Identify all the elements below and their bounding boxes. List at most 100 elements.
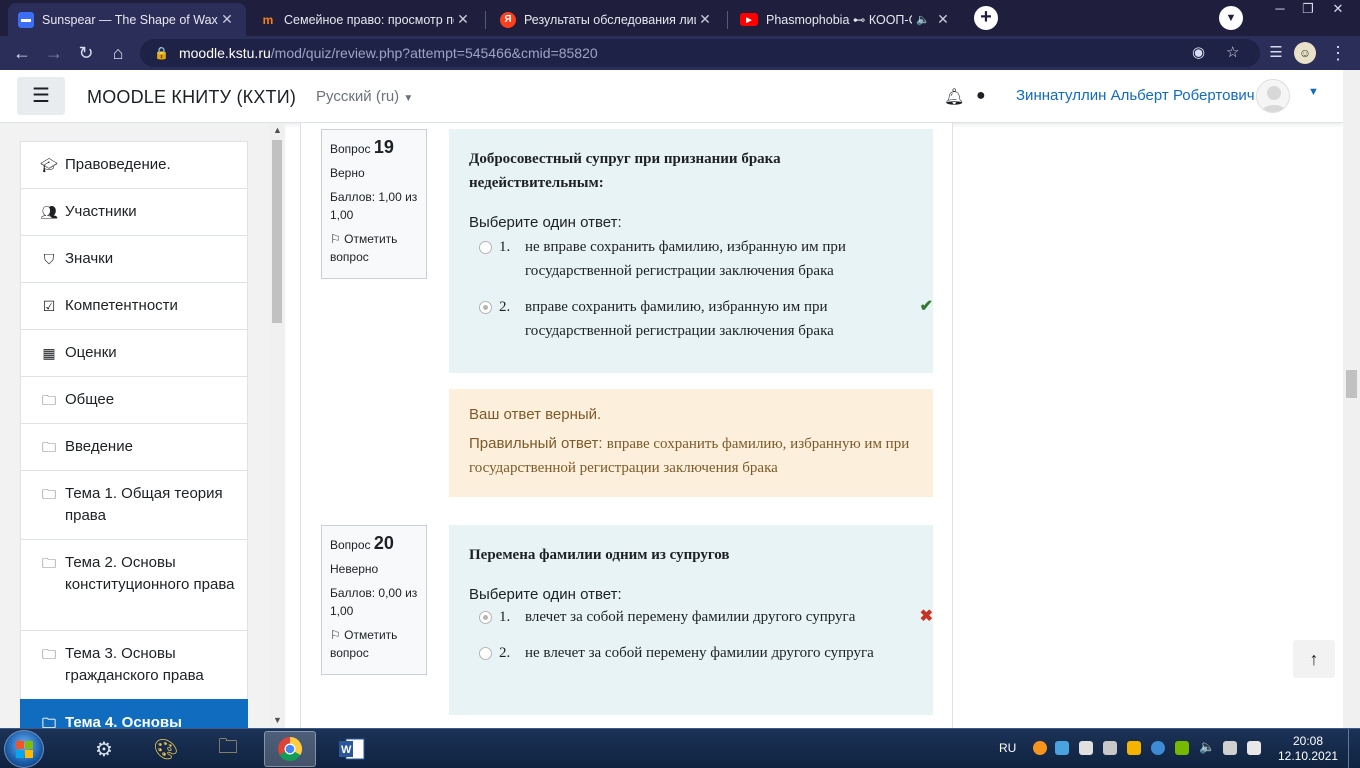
tab-search-dropdown-icon[interactable]: ▼ — [1219, 6, 1243, 30]
tab-title: Семейное право: просмотр поп — [284, 12, 454, 27]
question-19-info: Вопрос 19 Верно Баллов: 1,00 из 1,00 ⚐ О… — [321, 129, 427, 279]
nav-item-label: Оценки — [65, 344, 117, 361]
new-tab-button[interactable]: + — [974, 6, 998, 30]
hide-eye-icon[interactable]: ◉ — [1192, 43, 1205, 61]
nav-item-course[interactable]: 🎓︎ Правоведение. — [20, 141, 248, 189]
url-text: moodle.kstu.ru/mod/quiz/review.php?attem… — [178, 45, 598, 61]
close-tab-icon[interactable]: ✕ — [454, 11, 472, 28]
nav-item-grades[interactable]: ▦ Оценки — [20, 329, 248, 377]
audio-playing-icon[interactable]: 🔈 — [916, 13, 930, 26]
network-icon[interactable] — [1223, 741, 1237, 755]
answer-text: вправе сохранить фамилию, избранную им п… — [525, 299, 834, 339]
answer-prompt: Выберите один ответ: — [469, 214, 622, 231]
steam-app-icon[interactable]: ⚙ — [78, 731, 130, 767]
clock[interactable]: 20:08 12.10.2021 — [1278, 734, 1338, 764]
answer-option[interactable]: 1. влечет за собой перемену фамилии друг… — [469, 605, 933, 629]
word-app-icon[interactable]: W — [326, 731, 378, 767]
back-arrow-icon[interactable]: ← — [10, 41, 34, 65]
chat-tray-icon[interactable] — [1079, 741, 1093, 755]
avast-tray-icon[interactable] — [1033, 741, 1047, 755]
close-tab-icon[interactable]: ✕ — [218, 11, 236, 28]
close-tab-icon[interactable]: ✕ — [934, 11, 952, 28]
radio-button[interactable] — [479, 241, 492, 254]
chat-bubble-icon[interactable]: ● — [976, 87, 986, 105]
nav-item-badges[interactable]: ⛉ Значки — [20, 235, 248, 283]
lock-icon[interactable]: 🔒 — [154, 46, 169, 60]
users-icon: 👥︎ — [40, 204, 58, 220]
close-window-icon[interactable]: ✕ — [1324, 0, 1352, 20]
site-name[interactable]: MOODLE КНИТУ (КХТИ) — [87, 87, 296, 108]
paint-app-icon[interactable]: 🎨︎ — [140, 731, 192, 767]
flag-question-link[interactable]: ⚐ Отметить вопрос — [330, 626, 418, 662]
nav-item-competencies[interactable]: ☑ Компетентности — [20, 282, 248, 330]
nav-item-topic-4[interactable]: 🗀 Тема 4. Основы — [20, 699, 248, 728]
drawer-toggle-button[interactable]: ☰ — [17, 77, 65, 115]
profile-avatar-icon[interactable]: ☺ — [1294, 42, 1316, 64]
browser-tab-4[interactable]: ▶ Phasmophobia ⊷ КООП-СТР 🔈 ✕ — [730, 3, 962, 36]
user-name[interactable]: Зиннатуллин Альберт Робертович — [1016, 87, 1255, 104]
file-explorer-icon[interactable]: 🗀 — [202, 731, 254, 767]
flag-tray-icon[interactable] — [1247, 741, 1261, 755]
nav-item-topic-1[interactable]: 🗀 Тема 1. Общая теория права — [20, 470, 248, 540]
update-tray-icon[interactable] — [1151, 741, 1165, 755]
volume-icon[interactable]: 🔈 — [1199, 739, 1215, 755]
question-19-content: Добросовестный супруг при признании брак… — [449, 129, 933, 373]
answer-option[interactable]: 2. не влечет за собой перемену фамилии д… — [469, 641, 913, 665]
radio-button-checked[interactable] — [479, 301, 492, 314]
answer-option[interactable]: 1. не вправе сохранить фамилию, избранну… — [469, 235, 913, 283]
answer-text: не вправе сохранить фамилию, избранную и… — [525, 239, 846, 279]
folder-icon: 🗀 — [42, 439, 56, 455]
incorrect-cross-icon: ✖ — [919, 608, 933, 625]
browser-tab-3[interactable]: Я Результаты обследования лица ✕ — [490, 3, 724, 36]
home-icon[interactable]: ⌂ — [106, 41, 130, 65]
browser-tab-1[interactable]: ▬ Sunspear — The Shape of Wax ✕ — [8, 3, 246, 36]
nav-item-general[interactable]: 🗀 Общее — [20, 376, 248, 424]
question-20-info: Вопрос 20 Неверно Баллов: 0,00 из 1,00 ⚐… — [321, 525, 427, 675]
radio-button[interactable] — [479, 647, 492, 660]
minimize-window-icon[interactable]: ─ — [1266, 0, 1294, 20]
answer-number: 1. — [499, 609, 511, 625]
drawer-scrollbar-thumb[interactable] — [272, 140, 282, 323]
chrome-logo-icon — [278, 737, 303, 762]
scroll-down-arrow-icon[interactable]: ▼ — [273, 715, 282, 725]
usb-tray-icon[interactable] — [1103, 741, 1117, 755]
nav-item-participants[interactable]: 👥︎ Участники — [20, 188, 248, 236]
browser-tab-2[interactable]: m Семейное право: просмотр поп ✕ — [250, 3, 482, 36]
page-scrollbar[interactable] — [1343, 70, 1360, 728]
flag-question-link[interactable]: ⚐ Отметить вопрос — [330, 230, 418, 266]
cloud-tray-icon[interactable] — [1055, 741, 1069, 755]
show-desktop-button[interactable] — [1348, 729, 1360, 768]
answer-number: 1. — [499, 239, 511, 255]
nav-item-introduction[interactable]: 🗀 Введение — [20, 423, 248, 471]
bell-icon[interactable]: 🔔︎ — [944, 87, 964, 107]
address-bar[interactable]: 🔒 moodle.kstu.ru/mod/quiz/review.php?att… — [140, 39, 1260, 67]
avatar[interactable] — [1256, 79, 1290, 113]
language-indicator[interactable]: RU — [999, 741, 1016, 755]
nav-item-topic-2[interactable]: 🗀 Тема 2. Основы конституционного права — [20, 539, 248, 631]
user-menu-caret-icon[interactable]: ▼ — [1308, 86, 1319, 98]
maximize-window-icon[interactable]: ❐ — [1294, 0, 1322, 20]
question-number: Вопрос 19 — [330, 137, 394, 157]
question-state: Верно — [330, 166, 365, 180]
nvidia-tray-icon[interactable] — [1175, 741, 1189, 755]
page-scrollbar-thumb[interactable] — [1346, 370, 1357, 398]
word-logo-icon: W — [339, 738, 365, 760]
forward-arrow-icon[interactable]: → — [42, 41, 66, 65]
menu-kebab-icon[interactable]: ⋮ — [1326, 41, 1350, 65]
language-menu[interactable]: Русский (ru) ▼ — [316, 88, 413, 105]
chrome-app-icon[interactable] — [264, 731, 316, 767]
nav-item-label: Тема 2. Основы конституционного права — [65, 554, 235, 593]
answer-option[interactable]: 2. вправе сохранить фамилию, избранную и… — [469, 295, 933, 343]
start-button[interactable] — [4, 730, 44, 768]
scroll-up-arrow-icon[interactable]: ▲ — [273, 125, 282, 135]
back-to-top-button[interactable]: ↑ — [1293, 640, 1335, 678]
shield-icon: ⛉ — [43, 251, 55, 267]
nav-item-topic-3[interactable]: 🗀 Тема 3. Основы гражданского права — [20, 630, 248, 700]
reload-icon[interactable]: ↻ — [74, 41, 98, 65]
close-tab-icon[interactable]: ✕ — [696, 11, 714, 28]
bookmark-star-icon[interactable]: ☆ — [1226, 43, 1239, 61]
reading-list-icon[interactable]: ☰ — [1264, 41, 1288, 65]
windows-logo-icon — [16, 741, 33, 758]
warning-tray-icon[interactable] — [1127, 741, 1141, 755]
radio-button-checked[interactable] — [479, 611, 492, 624]
